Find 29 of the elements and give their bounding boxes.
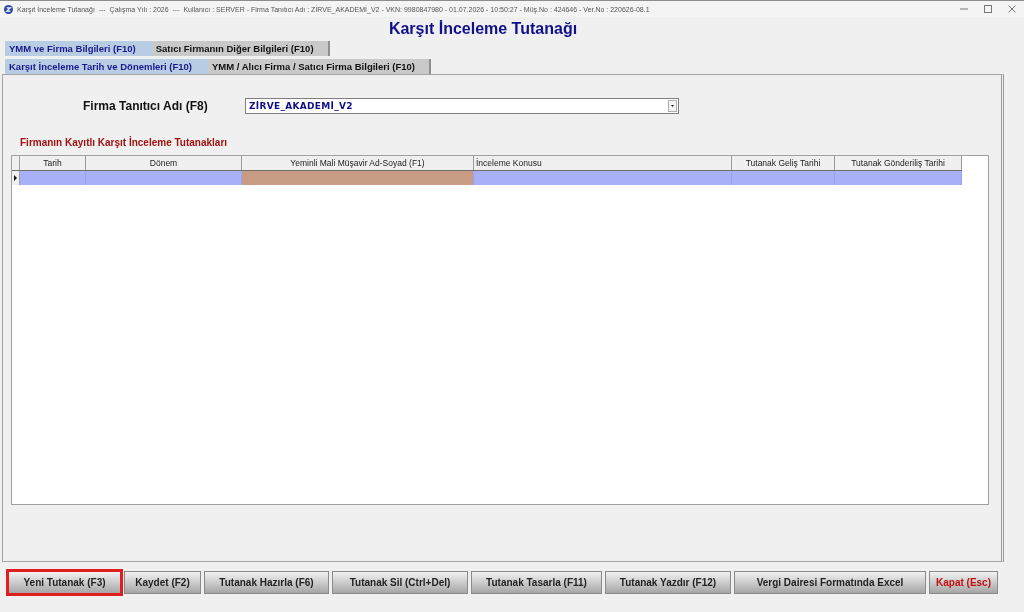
firm-dropdown[interactable]: ZİRVE_AKADEMİ_V2 [245,98,679,114]
close-icon [1008,5,1016,13]
action-button[interactable]: Tutanak Tasarla (F11) [471,571,602,594]
field-label: Firma Tanıtıcı Adı (F8) [83,99,208,113]
table-row[interactable] [12,171,962,185]
section-title: Firmanın Kayıtlı Karşıt İnceleme Tutanakları [20,137,228,149]
maximize-icon [984,5,992,13]
app-logo-icon [4,4,13,14]
column-header[interactable]: Tutanak Gönderiliş Tarihi [835,156,962,170]
column-header[interactable]: Dönem [86,156,242,170]
action-button[interactable]: Tutanak Sil (Ctrl+Del) [332,571,468,594]
action-button[interactable]: Kaydet (F2) [124,571,201,594]
column-header[interactable]: Yeminli Mali Müşavir Ad-Soyad (F1) [242,156,474,170]
caret-icon [668,100,677,112]
tab[interactable]: YMM / Alıcı Firma / Satıcı Firma Bilgileri (F10) [208,59,431,74]
tab[interactable]: Satıcı Firmanın Diğer Bilgileri (F10) [151,41,330,56]
action-button[interactable]: Vergi Dairesi Formatında Excel [734,571,926,594]
tab[interactable]: YMM ve Firma Bilgileri (F10) [5,41,152,56]
column-header[interactable]: Tarih [20,156,86,170]
minimize-icon [960,8,968,10]
column-header[interactable]: Tutanak Geliş Tarihi [732,156,835,170]
current-cell[interactable] [242,171,474,185]
action-button[interactable]: Kapat (Esc) [929,571,998,594]
tab[interactable]: Karşıt İnceleme Tarih ve Dönemleri (F10) [5,59,209,74]
action-button[interactable]: Tutanak Yazdır (F12) [605,571,731,594]
action-button[interactable]: Tutanak Hazırla (F6) [204,571,329,594]
action-button[interactable]: Yeni Tutanak (F3) [6,569,123,596]
form-heading: Karşıt İnceleme Tutanağı [388,20,578,38]
column-header[interactable]: İnceleme Konusu [474,156,732,170]
